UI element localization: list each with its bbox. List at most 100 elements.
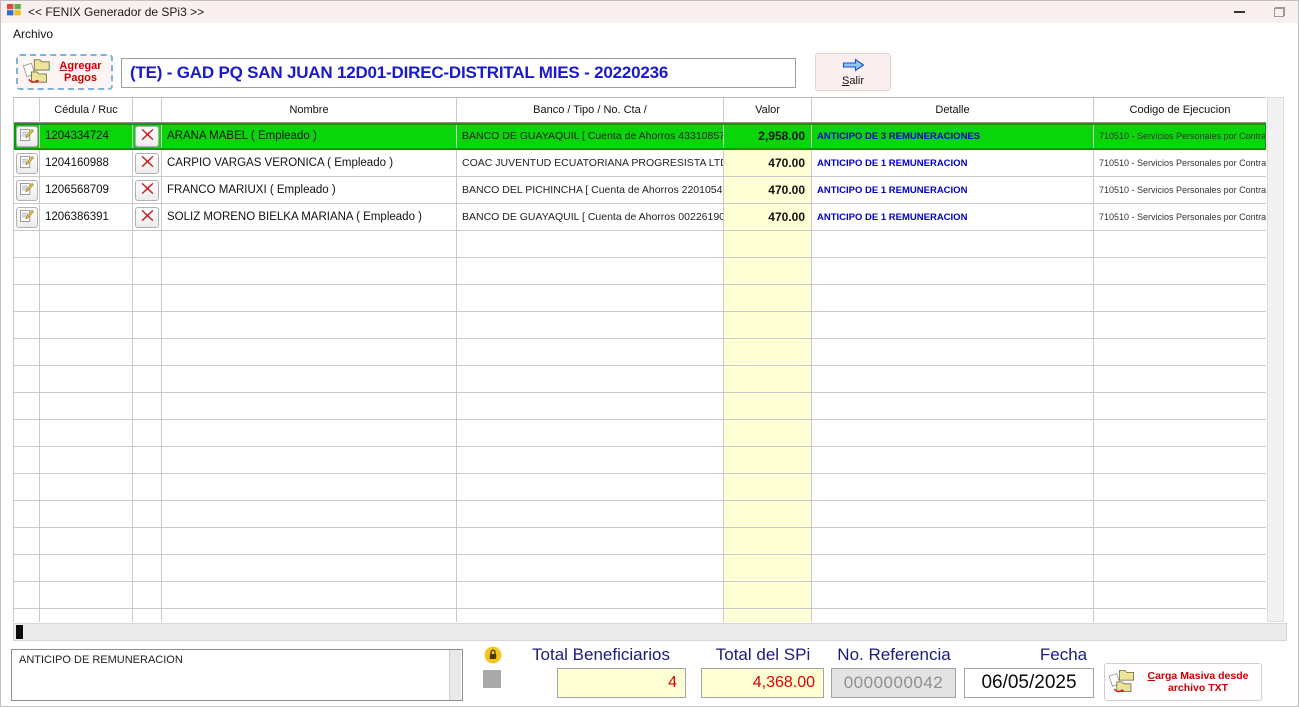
cell-nombre — [162, 528, 457, 555]
header-cedula: Cédula / Ruc — [40, 98, 133, 123]
cell-cedula — [40, 285, 133, 312]
agregar-pagos-button[interactable]: Agregar Pagos — [16, 54, 113, 90]
cell-banco — [457, 231, 724, 258]
detalle-nota-textarea[interactable]: ANTICIPO DE REMUNERACION — [11, 649, 463, 701]
menu-archivo[interactable]: Archivo — [9, 26, 57, 42]
carga-masiva-button[interactable]: Carga Masiva desde archivo TXT — [1104, 663, 1262, 701]
cell-cedula: 1206568709 — [40, 177, 133, 204]
cell-valor — [724, 609, 812, 622]
cell-codigo — [1094, 582, 1266, 609]
delete-row-button[interactable] — [135, 207, 159, 228]
lock-icon — [484, 646, 502, 664]
header-edit-col — [14, 98, 40, 123]
table-header: Cédula / Ruc Nombre Banco / Tipo / No. C… — [14, 98, 1266, 123]
delete-row-button[interactable] — [135, 180, 159, 201]
edit-row-button[interactable] — [16, 180, 38, 201]
cell-valor — [724, 447, 812, 474]
table-row[interactable]: 1204334724 ARANA MABEL ( Empleado ) BANC… — [14, 123, 1266, 150]
delete-x-icon — [141, 128, 154, 144]
cell-nombre — [162, 258, 457, 285]
cell-cedula: 1206386391 — [40, 204, 133, 231]
cell-cedula — [40, 312, 133, 339]
cell-nombre: CARPIO VARGAS VERONICA ( Empleado ) — [162, 150, 457, 177]
cell-valor — [724, 366, 812, 393]
cell-codigo — [1094, 285, 1266, 312]
cell-valor — [724, 312, 812, 339]
salir-button[interactable]: Salir — [815, 53, 891, 91]
footer-panel: ANTICIPO DE REMUNERACION Total Beneficia… — [1, 643, 1298, 707]
table-row-empty — [14, 339, 1266, 366]
cell-codigo — [1094, 447, 1266, 474]
menubar: Archivo — [1, 23, 1298, 45]
cell-nombre: ARANA MABEL ( Empleado ) — [162, 123, 457, 150]
cell-nombre — [162, 285, 457, 312]
cell-codigo: 710510 - Servicios Personales por Contra… — [1094, 123, 1266, 150]
horizontal-scrollbar[interactable] — [13, 623, 1287, 641]
table-row-empty — [14, 609, 1266, 622]
cell-valor — [724, 555, 812, 582]
total-beneficiarios-value: 4 — [557, 668, 686, 698]
cell-valor — [724, 393, 812, 420]
cell-nombre — [162, 231, 457, 258]
cell-nombre — [162, 474, 457, 501]
cell-banco: BANCO DE GUAYAQUIL [ Cuenta de Ahorros 4… — [457, 123, 724, 150]
cell-detalle — [812, 474, 1094, 501]
cell-detalle: ANTICIPO DE 1 REMUNERACION — [812, 204, 1094, 231]
cell-valor: 470.00 — [724, 177, 812, 204]
table-row[interactable]: 1206568709 FRANCO MARIUXI ( Empleado ) B… — [14, 177, 1266, 204]
no-referencia-label: No. Referencia — [829, 645, 959, 665]
cell-codigo — [1094, 231, 1266, 258]
cell-codigo — [1094, 555, 1266, 582]
cell-detalle: ANTICIPO DE 3 REMUNERACIONES — [812, 123, 1094, 150]
cell-detalle — [812, 555, 1094, 582]
edit-form-icon — [19, 155, 34, 172]
cell-detalle — [812, 447, 1094, 474]
delete-row-button[interactable] — [135, 153, 159, 174]
cell-valor — [724, 258, 812, 285]
vertical-scrollbar[interactable] — [1267, 97, 1284, 622]
cell-codigo — [1094, 366, 1266, 393]
table-row-empty — [14, 312, 1266, 339]
cell-banco — [457, 312, 724, 339]
cell-nombre — [162, 366, 457, 393]
delete-row-button[interactable] — [135, 126, 159, 147]
restore-button[interactable] — [1264, 3, 1294, 21]
table-row-empty — [14, 582, 1266, 609]
table-row-empty — [14, 447, 1266, 474]
cell-nombre — [162, 447, 457, 474]
cell-codigo: 710510 - Servicios Personales por Contra… — [1094, 150, 1266, 177]
minimize-button[interactable] — [1224, 3, 1254, 21]
cell-valor — [724, 501, 812, 528]
cell-cedula — [40, 420, 133, 447]
entity-description-input[interactable] — [121, 58, 796, 88]
fenix-window: << FENIX Generador de SPi3 >> Archivo Ag… — [0, 0, 1299, 707]
edit-row-button[interactable] — [16, 153, 38, 174]
cell-valor — [724, 474, 812, 501]
cell-nombre — [162, 609, 457, 622]
nota-scrollbar[interactable] — [449, 650, 461, 700]
cell-detalle: ANTICIPO DE 1 REMUNERACION — [812, 177, 1094, 204]
cell-nombre — [162, 582, 457, 609]
fecha-value: 06/05/2025 — [964, 668, 1094, 698]
total-beneficiarios-label: Total Beneficiarios — [511, 645, 691, 665]
cell-codigo — [1094, 609, 1266, 622]
header-codigo: Codigo de Ejecucion — [1094, 98, 1266, 123]
table-row[interactable]: 1204160988 CARPIO VARGAS VERONICA ( Empl… — [14, 150, 1266, 177]
cell-banco — [457, 366, 724, 393]
fecha-label: Fecha — [1001, 645, 1126, 665]
header-banco: Banco / Tipo / No. Cta / — [457, 98, 724, 123]
cell-codigo — [1094, 528, 1266, 555]
table-row-empty — [14, 393, 1266, 420]
table-row[interactable]: 1206386391 SOLIZ MORENO BIELKA MARIANA (… — [14, 204, 1266, 231]
horizontal-scrollbar-thumb[interactable] — [16, 625, 23, 639]
cell-codigo — [1094, 474, 1266, 501]
add-payments-folders-icon — [22, 57, 54, 88]
edit-row-button[interactable] — [16, 126, 38, 147]
cell-nombre: SOLIZ MORENO BIELKA MARIANA ( Empleado ) — [162, 204, 457, 231]
agregar-pagos-label: Agregar Pagos — [54, 60, 107, 84]
edit-row-button[interactable] — [16, 207, 38, 228]
cell-codigo — [1094, 501, 1266, 528]
cell-cedula — [40, 258, 133, 285]
cell-banco — [457, 582, 724, 609]
header-nombre: Nombre — [162, 98, 457, 123]
